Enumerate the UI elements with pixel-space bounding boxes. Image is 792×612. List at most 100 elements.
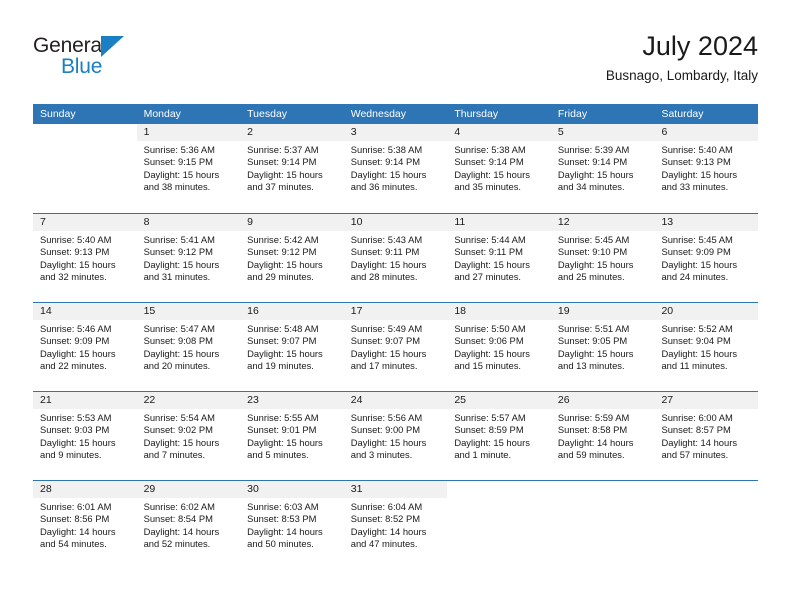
day-cell-6[interactable]: 6 Sunrise: 5:40 AM Sunset: 9:13 PM Dayli… <box>654 124 759 213</box>
sunset-text: Sunset: 8:54 PM <box>143 513 213 525</box>
daylight-text-line1: Daylight: 15 hours <box>557 168 634 180</box>
day-cell-7[interactable]: 7 Sunrise: 5:40 AM Sunset: 9:13 PM Dayli… <box>33 214 137 302</box>
sunset-text: Sunset: 9:10 PM <box>557 246 628 258</box>
day-number: 4 <box>447 124 551 141</box>
daylight-text-line2: and 31 minutes. <box>143 271 211 283</box>
day-number <box>447 481 551 498</box>
sunset-text: Sunset: 9:09 PM <box>661 246 731 258</box>
day-number: 15 <box>136 303 241 320</box>
day-cell-20[interactable]: 20 Sunrise: 5:52 AM Sunset: 9:04 PM Dayl… <box>654 303 759 391</box>
day-cell-9[interactable]: 9 Sunrise: 5:42 AM Sunset: 9:12 PM Dayli… <box>240 214 344 302</box>
week-row-4: 21 Sunrise: 5:53 AM Sunset: 9:03 PM Dayl… <box>33 391 759 480</box>
day-details: Sunrise: 5:40 AM Sunset: 9:13 PM Dayligh… <box>654 141 758 194</box>
day-details: Sunrise: 6:03 AM Sunset: 8:53 PM Dayligh… <box>240 498 344 551</box>
sunset-text: Sunset: 9:13 PM <box>40 246 110 258</box>
day-cell-5[interactable]: 5 Sunrise: 5:39 AM Sunset: 9:14 PM Dayli… <box>550 124 655 213</box>
weekday-header-tuesday: Tuesday <box>247 108 288 120</box>
sunrise-text: Sunrise: 6:01 AM <box>40 501 112 512</box>
day-number: 25 <box>447 392 551 409</box>
day-cell-30[interactable]: 30 Sunrise: 6:03 AM Sunset: 8:53 PM Dayl… <box>240 481 344 569</box>
day-number: 22 <box>136 392 241 409</box>
day-cell-28[interactable]: 28 Sunrise: 6:01 AM Sunset: 8:56 PM Dayl… <box>33 481 137 569</box>
daylight-text-line2: and 57 minutes. <box>661 449 729 461</box>
day-cell-18[interactable]: 18 Sunrise: 5:50 AM Sunset: 9:06 PM Dayl… <box>447 303 551 391</box>
sunset-text: Sunset: 9:07 PM <box>350 335 421 347</box>
sunset-text: Sunset: 9:14 PM <box>247 156 317 168</box>
daylight-text-line1: Daylight: 15 hours <box>454 436 530 448</box>
day-cell-31[interactable]: 31 Sunrise: 6:04 AM Sunset: 8:52 PM Dayl… <box>343 481 448 569</box>
day-cell-8[interactable]: 8 Sunrise: 5:41 AM Sunset: 9:12 PM Dayli… <box>136 214 241 302</box>
sunrise-text: Sunrise: 5:38 AM <box>454 144 526 155</box>
daylight-text-line2: and 35 minutes. <box>454 181 522 193</box>
sunset-text: Sunset: 9:05 PM <box>557 335 628 347</box>
daylight-text-line1: Daylight: 15 hours <box>143 168 220 180</box>
day-details: Sunrise: 6:01 AM Sunset: 8:56 PM Dayligh… <box>33 498 137 551</box>
daylight-text-line1: Daylight: 15 hours <box>143 347 220 359</box>
day-details: Sunrise: 5:50 AM Sunset: 9:06 PM Dayligh… <box>447 320 551 373</box>
sunset-text: Sunset: 9:11 PM <box>350 246 420 258</box>
daylight-text-line1: Daylight: 15 hours <box>350 258 427 270</box>
day-details: Sunrise: 5:53 AM Sunset: 9:03 PM Dayligh… <box>33 409 137 462</box>
daylight-text-line1: Daylight: 15 hours <box>247 347 323 359</box>
day-number: 8 <box>136 214 241 231</box>
weekday-header-sunday: Sunday <box>40 108 76 120</box>
week-row-1: 1 Sunrise: 5:36 AM Sunset: 9:15 PM Dayli… <box>33 124 759 213</box>
day-cell-11[interactable]: 11 Sunrise: 5:44 AM Sunset: 9:11 PM Dayl… <box>447 214 551 302</box>
day-cell-24[interactable]: 24 Sunrise: 5:56 AM Sunset: 9:00 PM Dayl… <box>343 392 448 480</box>
week-row-2: 7 Sunrise: 5:40 AM Sunset: 9:13 PM Dayli… <box>33 213 759 302</box>
day-cell-1[interactable]: 1 Sunrise: 5:36 AM Sunset: 9:15 PM Dayli… <box>136 124 241 213</box>
day-cell-3[interactable]: 3 Sunrise: 5:38 AM Sunset: 9:14 PM Dayli… <box>343 124 448 213</box>
sunrise-text: Sunrise: 5:59 AM <box>557 412 630 423</box>
day-cell-2[interactable]: 2 Sunrise: 5:37 AM Sunset: 9:14 PM Dayli… <box>240 124 344 213</box>
sunrise-text: Sunrise: 5:41 AM <box>143 234 215 245</box>
day-cell-16[interactable]: 16 Sunrise: 5:48 AM Sunset: 9:07 PM Dayl… <box>240 303 344 391</box>
day-cell-26[interactable]: 26 Sunrise: 5:59 AM Sunset: 8:58 PM Dayl… <box>550 392 655 480</box>
week-row-3: 14 Sunrise: 5:46 AM Sunset: 9:09 PM Dayl… <box>33 302 759 391</box>
day-cell-15[interactable]: 15 Sunrise: 5:47 AM Sunset: 9:08 PM Dayl… <box>136 303 241 391</box>
day-cell-12[interactable]: 12 Sunrise: 5:45 AM Sunset: 9:10 PM Dayl… <box>550 214 655 302</box>
sunrise-text: Sunrise: 6:02 AM <box>143 501 215 512</box>
sunrise-text: Sunrise: 5:56 AM <box>350 412 423 423</box>
day-cell-27[interactable]: 27 Sunrise: 6:00 AM Sunset: 8:57 PM Dayl… <box>654 392 759 480</box>
sunrise-text: Sunrise: 5:38 AM <box>350 144 423 155</box>
day-details: Sunrise: 5:48 AM Sunset: 9:07 PM Dayligh… <box>240 320 344 373</box>
day-cell-4[interactable]: 4 Sunrise: 5:38 AM Sunset: 9:14 PM Dayli… <box>447 124 551 213</box>
day-cell-10[interactable]: 10 Sunrise: 5:43 AM Sunset: 9:11 PM Dayl… <box>343 214 448 302</box>
day-cell-29[interactable]: 29 Sunrise: 6:02 AM Sunset: 8:54 PM Dayl… <box>136 481 241 569</box>
sunrise-text: Sunrise: 5:53 AM <box>40 412 112 423</box>
day-cell-empty <box>33 124 137 213</box>
generalblue-logo[interactable]: General Blue <box>33 34 153 82</box>
sunset-text: Sunset: 9:13 PM <box>661 156 731 168</box>
day-details: Sunrise: 5:40 AM Sunset: 9:13 PM Dayligh… <box>33 231 137 284</box>
day-details <box>33 141 137 144</box>
day-cell-17[interactable]: 17 Sunrise: 5:49 AM Sunset: 9:07 PM Dayl… <box>343 303 448 391</box>
day-details: Sunrise: 5:44 AM Sunset: 9:11 PM Dayligh… <box>447 231 551 284</box>
day-number <box>654 481 759 498</box>
sunset-text: Sunset: 9:00 PM <box>350 424 421 436</box>
day-cell-25[interactable]: 25 Sunrise: 5:57 AM Sunset: 8:59 PM Dayl… <box>447 392 551 480</box>
sunrise-text: Sunrise: 5:43 AM <box>350 234 423 245</box>
day-details: Sunrise: 5:45 AM Sunset: 9:09 PM Dayligh… <box>654 231 758 284</box>
day-cell-empty <box>550 481 655 569</box>
daylight-text-line2: and 34 minutes. <box>557 181 625 193</box>
day-cell-23[interactable]: 23 Sunrise: 5:55 AM Sunset: 9:01 PM Dayl… <box>240 392 344 480</box>
day-cell-19[interactable]: 19 Sunrise: 5:51 AM Sunset: 9:05 PM Dayl… <box>550 303 655 391</box>
sunset-text: Sunset: 8:56 PM <box>40 513 110 525</box>
day-details: Sunrise: 5:38 AM Sunset: 9:14 PM Dayligh… <box>344 141 448 194</box>
daylight-text-line1: Daylight: 15 hours <box>247 258 323 270</box>
day-cell-21[interactable]: 21 Sunrise: 5:53 AM Sunset: 9:03 PM Dayl… <box>33 392 137 480</box>
daylight-text-line2: and 37 minutes. <box>247 181 314 193</box>
daylight-text-line2: and 50 minutes. <box>247 538 314 550</box>
day-number <box>33 124 137 141</box>
day-cell-14[interactable]: 14 Sunrise: 5:46 AM Sunset: 9:09 PM Dayl… <box>33 303 137 391</box>
day-cell-22[interactable]: 22 Sunrise: 5:54 AM Sunset: 9:02 PM Dayl… <box>136 392 241 480</box>
day-number <box>550 481 655 498</box>
daylight-text-line1: Daylight: 14 hours <box>143 525 220 537</box>
day-details <box>654 498 758 501</box>
daylight-text-line1: Daylight: 15 hours <box>661 347 738 359</box>
daylight-text-line2: and 33 minutes. <box>661 181 729 193</box>
day-details: Sunrise: 5:55 AM Sunset: 9:01 PM Dayligh… <box>240 409 344 462</box>
day-cell-13[interactable]: 13 Sunrise: 5:45 AM Sunset: 9:09 PM Dayl… <box>654 214 759 302</box>
sunset-text: Sunset: 9:03 PM <box>40 424 110 436</box>
sunrise-text: Sunrise: 5:52 AM <box>661 323 733 334</box>
